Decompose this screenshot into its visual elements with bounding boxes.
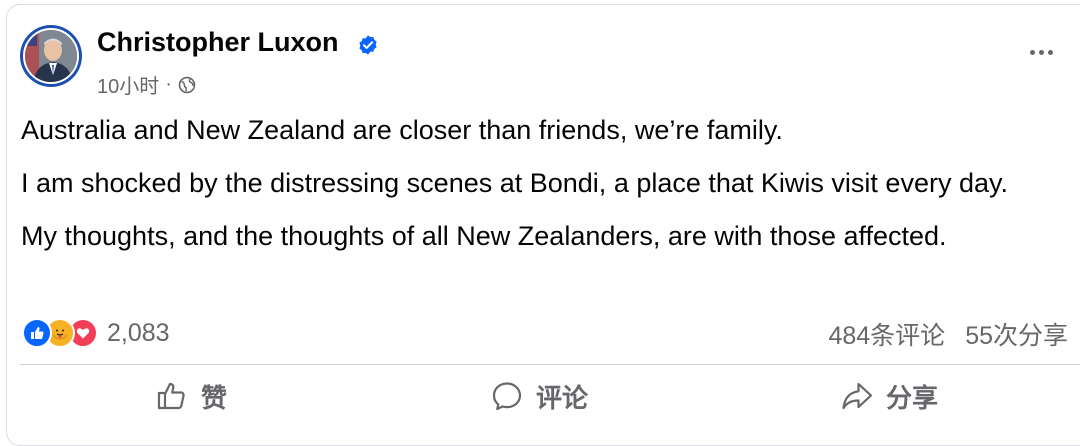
avatar[interactable]	[20, 25, 82, 87]
comment-bubble-icon	[492, 382, 522, 411]
post-timestamp[interactable]: 10小时	[97, 70, 159, 99]
post-paragraph: Australia and New Zealand are closer tha…	[21, 115, 783, 145]
share-arrow-icon	[842, 382, 873, 410]
share-label: 分享	[886, 382, 939, 413]
reaction-icons	[22, 318, 98, 348]
share-count[interactable]: 55次分享	[965, 316, 1068, 352]
share-button[interactable]: 分享	[840, 376, 938, 416]
thumbs-up-icon	[157, 382, 185, 410]
more-dot	[1029, 49, 1035, 55]
meta-separator: ·	[165, 73, 172, 95]
reactions-summary[interactable]: 2,083	[22, 318, 170, 348]
comment-count[interactable]: 484条评论	[828, 316, 945, 352]
like-button[interactable]: 赞	[155, 376, 227, 416]
verified-badge-icon	[359, 35, 377, 55]
comment-label: 评论	[536, 382, 589, 413]
reaction-count: 2,083	[107, 318, 170, 347]
like-reaction-icon	[22, 318, 52, 348]
engagement-stats: 484条评论 55次分享	[828, 316, 1068, 352]
post-body: Australia and New Zealand are closer tha…	[21, 112, 1061, 271]
more-dot	[1047, 49, 1053, 55]
like-label: 赞	[201, 382, 228, 413]
post-meta: 10小时 ·	[97, 70, 196, 99]
more-options-icon[interactable]	[1025, 40, 1057, 64]
more-dot	[1038, 49, 1044, 55]
author-name[interactable]: Christopher Luxon	[97, 27, 339, 58]
post-paragraph: I am shocked by the distressing scenes a…	[21, 168, 1008, 198]
comment-button[interactable]: 评论	[490, 376, 588, 416]
action-divider	[20, 364, 1080, 365]
globe-icon[interactable]	[178, 76, 196, 94]
post-paragraph: My thoughts, and the thoughts of all New…	[21, 221, 947, 251]
avatar-photo	[23, 28, 79, 84]
